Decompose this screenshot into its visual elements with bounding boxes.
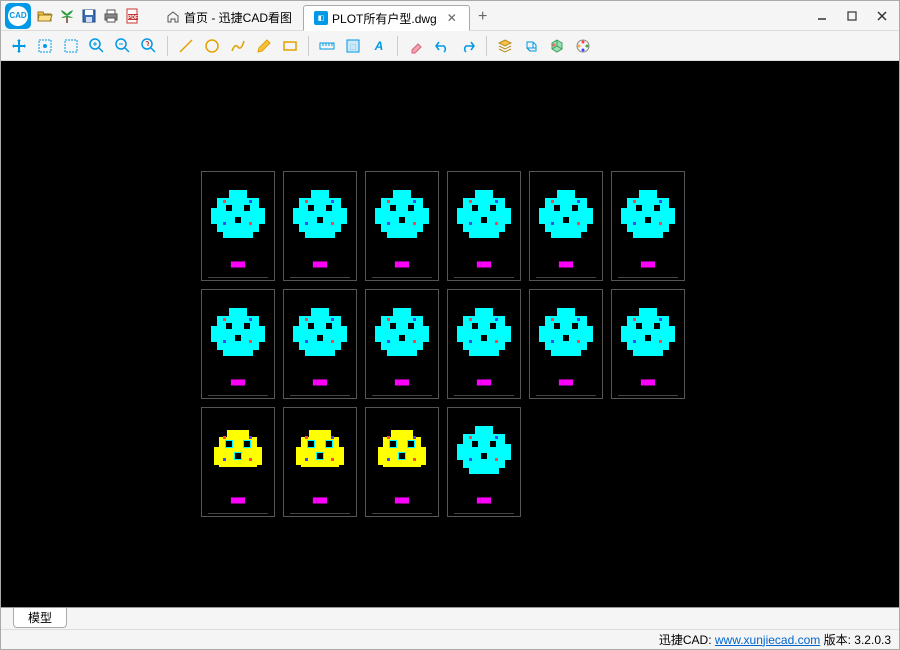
statusbar: 迅捷CAD: www.xunjiecad.com 版本: 3.2.0.3 xyxy=(1,629,899,649)
zoom-extents-button[interactable] xyxy=(33,34,57,58)
polyline-button[interactable] xyxy=(226,34,250,58)
layout-tabs: 模型 xyxy=(1,607,899,629)
new-tab-button[interactable]: + xyxy=(470,4,496,30)
drawing-content: ████████████████████████ ███████████████… xyxy=(201,171,685,517)
floorplan-thumbnail: ████ xyxy=(529,171,603,281)
maximize-button[interactable] xyxy=(839,3,865,29)
app-logo: CAD xyxy=(5,3,31,29)
toolbar-separator xyxy=(486,36,487,56)
floorplan-thumbnail: ████ xyxy=(447,407,521,517)
status-brand: 迅捷CAD: xyxy=(659,631,712,648)
floorplan-thumbnail: ████ xyxy=(365,171,439,281)
color-palette-button[interactable] xyxy=(571,34,595,58)
pan-button[interactable] xyxy=(7,34,31,58)
print-button[interactable] xyxy=(101,6,121,26)
svg-text:A: A xyxy=(374,39,384,53)
zoom-window-button[interactable] xyxy=(59,34,83,58)
main-toolbar: ⬚ A xyxy=(1,31,899,61)
floorplan-thumbnail: ████ xyxy=(283,171,357,281)
model-tab[interactable]: 模型 xyxy=(13,608,67,628)
zoom-in-button[interactable] xyxy=(85,34,109,58)
tab-file-label: PLOT所有户型.dwg xyxy=(332,10,437,27)
status-version-label: 版本: xyxy=(824,631,851,648)
floorplan-thumbnail: ████ xyxy=(447,289,521,399)
measure-area-button[interactable]: ⬚ xyxy=(341,34,365,58)
close-button[interactable] xyxy=(869,3,895,29)
eraser-button[interactable] xyxy=(404,34,428,58)
tab-home-label: 首页 - 迅捷CAD看图 xyxy=(184,9,292,26)
open-folder-button[interactable] xyxy=(35,6,55,26)
floorplan-thumbnail: ████ xyxy=(283,407,357,517)
layers-button[interactable] xyxy=(493,34,517,58)
floorplan-thumbnail: ████ xyxy=(611,171,685,281)
drawing-canvas[interactable]: ████████████████████████ ███████████████… xyxy=(1,61,899,607)
edit-drawing-button[interactable] xyxy=(252,34,276,58)
floorplan-thumbnail: ████ xyxy=(201,407,275,517)
floorplan-thumbnail: ████ xyxy=(365,289,439,399)
toolbar-separator xyxy=(167,36,168,56)
floorplan-thumbnail: ████ xyxy=(365,407,439,517)
export-pdf-button[interactable]: PDF xyxy=(123,6,143,26)
cad-file-icon: ◧ xyxy=(314,11,328,25)
floorplan-thumbnail: ████ xyxy=(201,289,275,399)
document-tabs: 首页 - 迅捷CAD看图 ◧ PLOT所有户型.dwg ✕ + xyxy=(155,1,496,30)
svg-text:PDF: PDF xyxy=(128,15,138,21)
tab-file[interactable]: ◧ PLOT所有户型.dwg ✕ xyxy=(303,5,470,31)
status-version: 3.2.0.3 xyxy=(854,633,891,647)
zoom-out-button[interactable] xyxy=(111,34,135,58)
titlebar: CAD PDF 首页 - 迅捷CAD看图 ◧ PLOT所有户型.dwg ✕ + xyxy=(1,1,899,31)
text-button[interactable]: A xyxy=(367,34,391,58)
rectangle-button[interactable] xyxy=(278,34,302,58)
redo-button[interactable] xyxy=(456,34,480,58)
floorplan-thumbnail: ████ xyxy=(529,289,603,399)
window-controls xyxy=(809,3,895,29)
measure-distance-button[interactable] xyxy=(315,34,339,58)
zoom-realtime-button[interactable] xyxy=(137,34,161,58)
floorplan-thumbnail: ████ xyxy=(283,289,357,399)
tab-home[interactable]: 首页 - 迅捷CAD看图 xyxy=(155,4,303,30)
quick-access-toolbar: PDF xyxy=(35,6,143,26)
palm-icon[interactable] xyxy=(57,6,77,26)
minimize-button[interactable] xyxy=(809,3,835,29)
status-url-link[interactable]: www.xunjiecad.com xyxy=(715,633,820,647)
toolbar-separator xyxy=(397,36,398,56)
floorplan-thumbnail: ████ xyxy=(201,171,275,281)
save-button[interactable] xyxy=(79,6,99,26)
tab-close-button[interactable]: ✕ xyxy=(445,11,459,25)
undo-button[interactable] xyxy=(430,34,454,58)
floorplan-thumbnail: ████ xyxy=(611,289,685,399)
cube-view-button[interactable] xyxy=(545,34,569,58)
svg-text:⬚: ⬚ xyxy=(350,44,357,51)
3d-view-button[interactable] xyxy=(519,34,543,58)
circle-button[interactable] xyxy=(200,34,224,58)
line-button[interactable] xyxy=(174,34,198,58)
floorplan-thumbnail: ████ xyxy=(447,171,521,281)
home-icon xyxy=(166,10,180,24)
toolbar-separator xyxy=(308,36,309,56)
